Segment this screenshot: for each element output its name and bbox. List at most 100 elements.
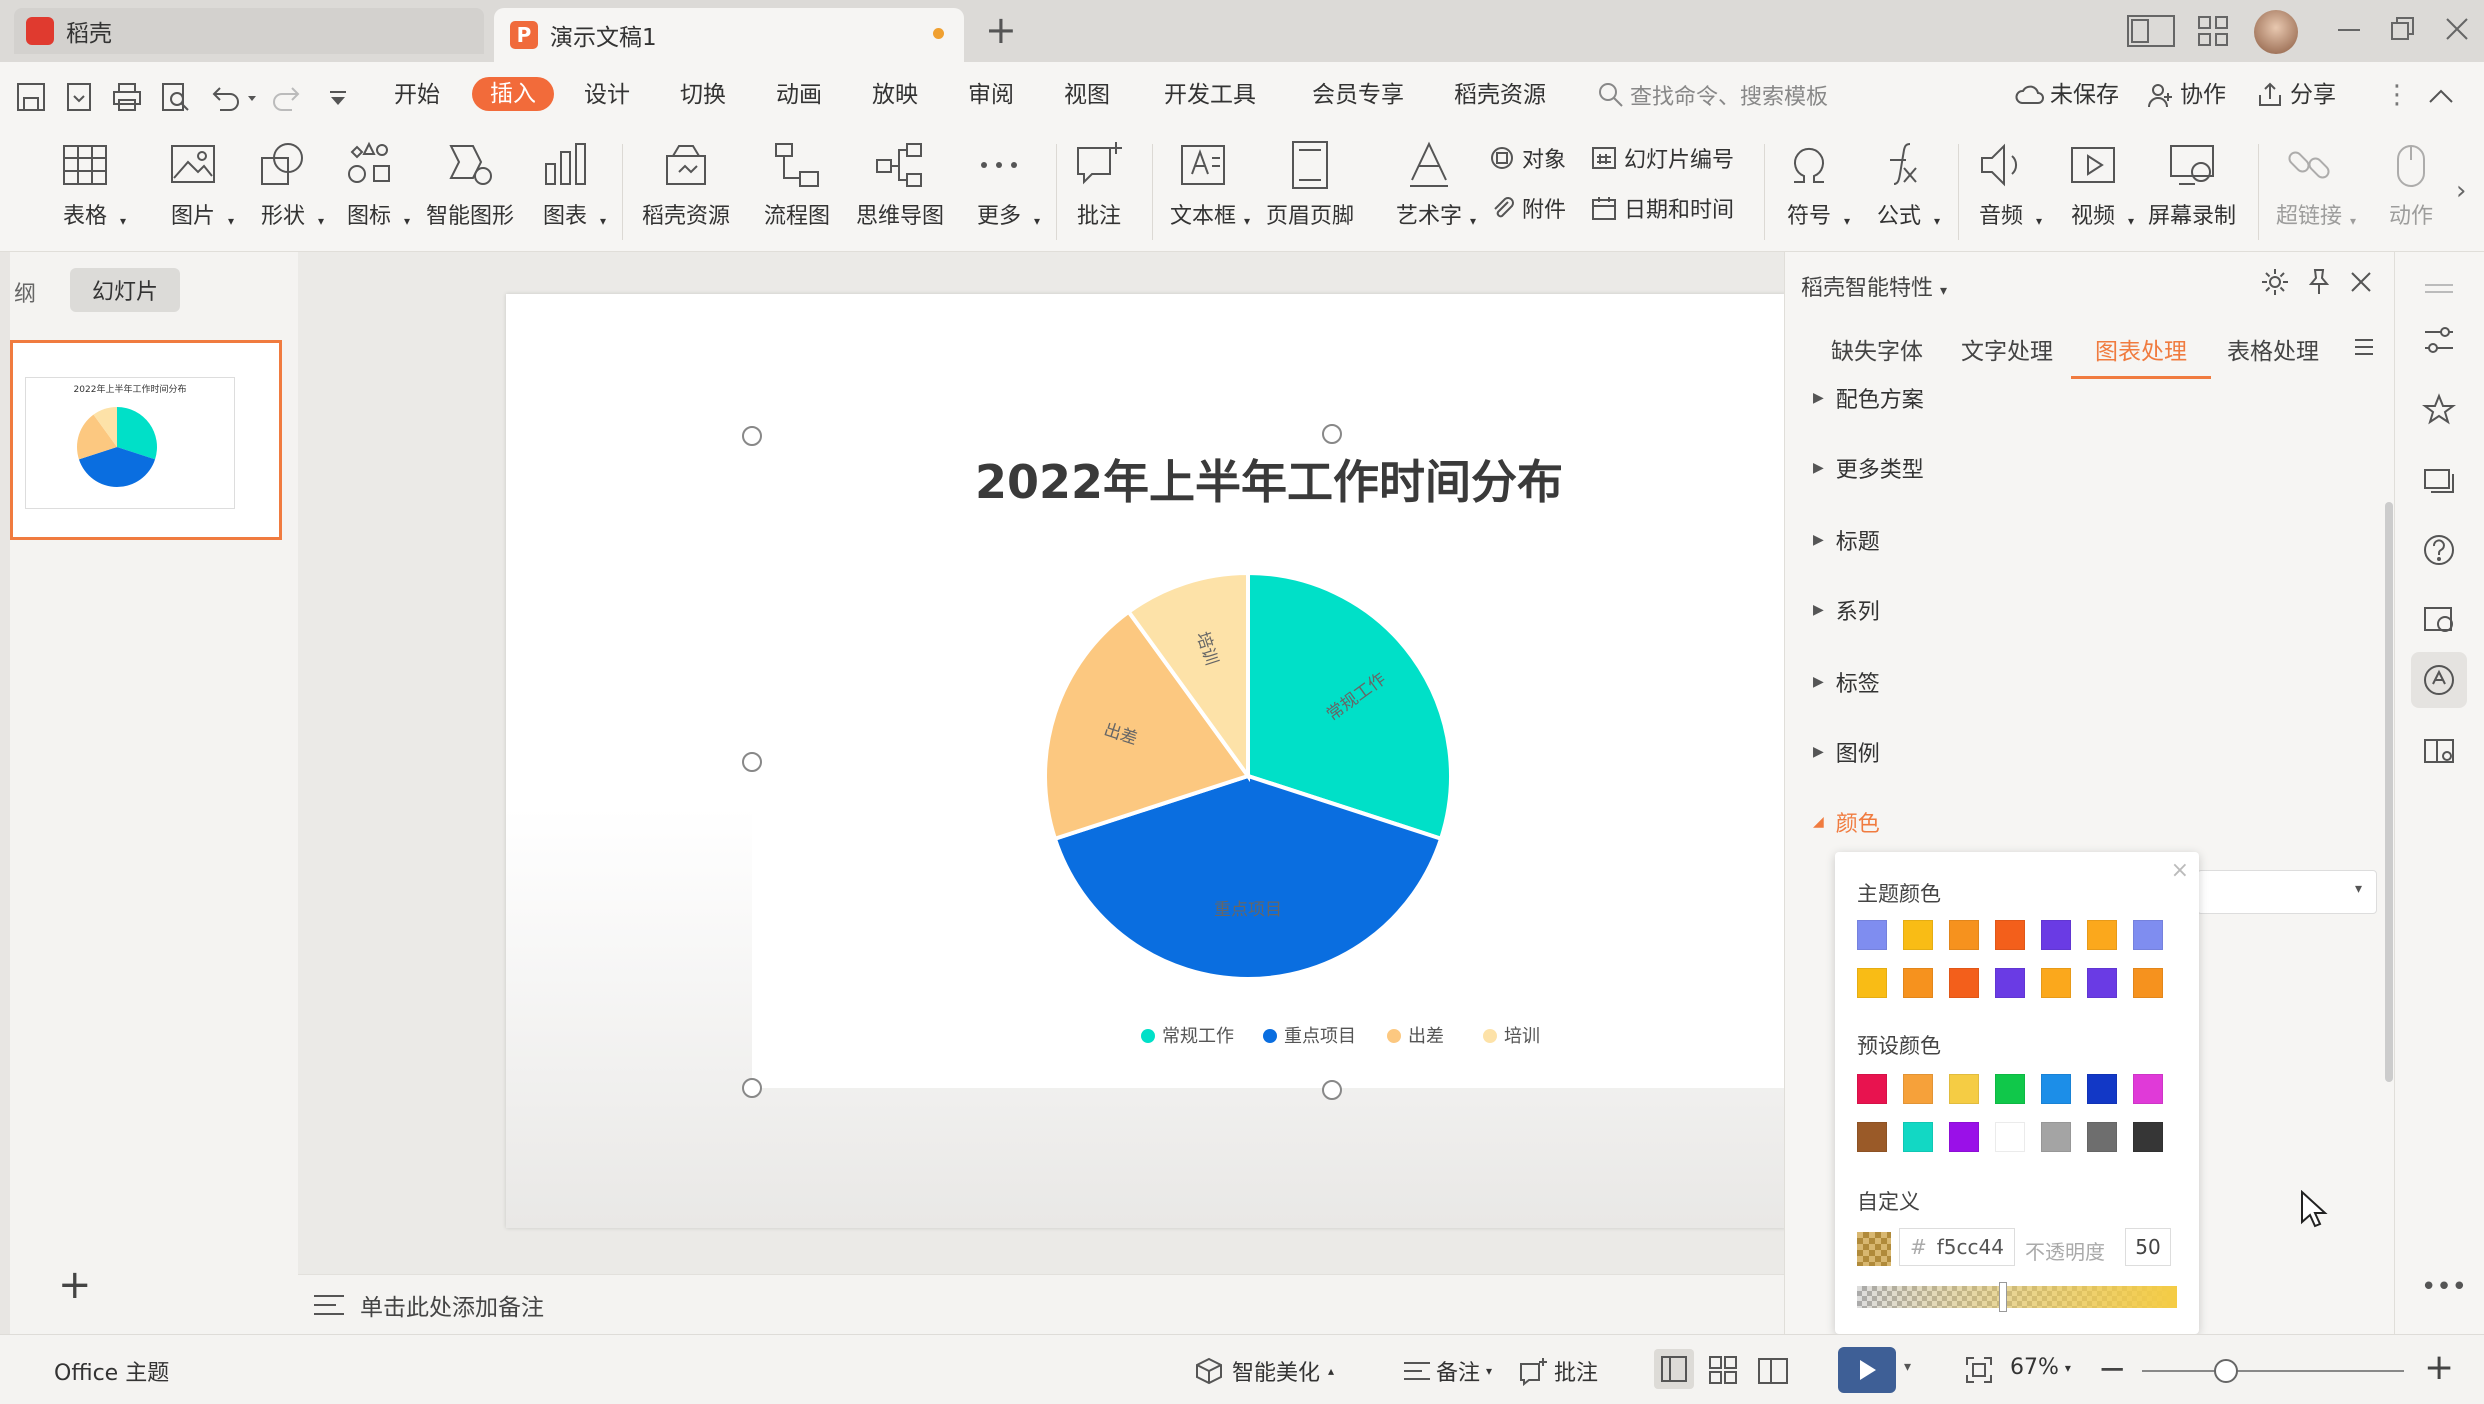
animation-star-icon[interactable] xyxy=(2421,392,2457,428)
color-swatch[interactable] xyxy=(2133,1074,2163,1104)
slideshow-dropdown-icon[interactable]: ▾ xyxy=(1904,1359,1911,1375)
share-button[interactable]: 分享 xyxy=(2256,80,2336,110)
insert-picture-button[interactable]: 图片 ▾ xyxy=(166,138,234,230)
zoom-slider-handle[interactable] xyxy=(2214,1359,2238,1383)
hex-color-input[interactable]: # f5cc44 xyxy=(1899,1228,2015,1266)
export-pdf-icon[interactable] xyxy=(62,80,96,114)
tab-table-processing[interactable]: 表格处理 xyxy=(2227,332,2319,366)
menu-home[interactable]: 开始 xyxy=(394,80,440,110)
resize-handle-left[interactable] xyxy=(742,752,762,772)
color-swatch[interactable] xyxy=(1903,968,1933,998)
panel-title[interactable]: 稻壳智能特性 ▾ xyxy=(1801,270,1947,302)
reading-book-icon[interactable] xyxy=(2421,732,2457,768)
smart-feature-icon[interactable] xyxy=(2421,662,2457,698)
color-swatch[interactable] xyxy=(1995,1122,2025,1152)
play-slideshow-button[interactable] xyxy=(1838,1347,1896,1393)
color-swatch[interactable] xyxy=(1857,1074,1887,1104)
color-swatch[interactable] xyxy=(1995,920,2025,950)
insert-attachment-button[interactable]: 附件 xyxy=(1488,192,1566,224)
color-swatch[interactable] xyxy=(1949,1122,1979,1152)
collapse-ribbon-icon[interactable] xyxy=(2424,80,2458,114)
undo-icon[interactable] xyxy=(206,80,260,114)
docer-resources-button[interactable]: 稻壳资源 xyxy=(642,138,730,230)
command-search[interactable]: 查找命令、搜索模板 xyxy=(1596,79,1828,111)
insert-shape-button[interactable]: 形状 ▾ xyxy=(256,138,324,230)
help-icon[interactable] xyxy=(2421,532,2457,568)
color-swatch[interactable] xyxy=(2087,1074,2117,1104)
opacity-slider[interactable] xyxy=(1857,1286,2177,1308)
print-preview-icon[interactable] xyxy=(158,80,192,114)
tab-chart-processing[interactable]: 图表处理 xyxy=(2095,332,2187,366)
insert-table-button[interactable]: 表格 ▾ xyxy=(58,138,126,230)
color-swatch[interactable] xyxy=(2041,968,2071,998)
color-swatch[interactable] xyxy=(2041,920,2071,950)
mindmap-button[interactable]: 思维导图 xyxy=(856,138,944,230)
screen-record-button[interactable]: 屏幕录制 xyxy=(2148,138,2236,230)
save-icon[interactable] xyxy=(14,80,48,114)
zoom-in-button[interactable]: + xyxy=(2424,1347,2454,1388)
color-swatch[interactable] xyxy=(1903,1122,1933,1152)
color-swatch[interactable] xyxy=(1857,920,1887,950)
customize-dropdown-icon[interactable] xyxy=(326,80,350,114)
legend-item-1[interactable]: 重点项目 xyxy=(1263,1026,1356,1047)
zoom-out-button[interactable]: − xyxy=(2098,1349,2127,1389)
insert-video-button[interactable]: 视频 ▾ xyxy=(2066,138,2134,230)
insert-audio-button[interactable]: 音频 ▾ xyxy=(1974,138,2042,230)
insert-comment-button[interactable]: 批注 xyxy=(1072,138,1126,230)
zoom-level-dropdown[interactable]: 67% ▾ xyxy=(2010,1355,2071,1380)
color-swatch[interactable] xyxy=(1857,968,1887,998)
color-swatch[interactable] xyxy=(1949,1074,1979,1104)
insert-symbol-button[interactable]: 符号 ▾ xyxy=(1782,138,1850,230)
insert-formula-button[interactable]: 公式 ▾ xyxy=(1872,138,1940,230)
layout-2-icon[interactable] xyxy=(2126,14,2176,48)
slide-sorter-icon[interactable] xyxy=(1706,1353,1740,1387)
tab-document[interactable]: P 演示文稿1 xyxy=(494,8,964,62)
legend-item-2[interactable]: 出差 xyxy=(1387,1026,1444,1047)
properties-sliders-icon[interactable] xyxy=(2421,322,2457,358)
theme-name[interactable]: Office 主题 xyxy=(54,1355,169,1387)
section-legend[interactable]: ▶ 图例 xyxy=(1813,736,1880,768)
color-dropdown[interactable]: ▾ xyxy=(2197,870,2377,914)
redo-icon[interactable] xyxy=(272,80,306,114)
menu-review[interactable]: 审阅 xyxy=(968,80,1014,110)
legend-item-0[interactable]: 常规工作 xyxy=(1141,1026,1234,1047)
resize-handle-top[interactable] xyxy=(1322,424,1342,444)
resize-handle-top-left[interactable] xyxy=(742,426,762,446)
hyperlink-button[interactable]: 超链接 ▾ xyxy=(2276,138,2356,230)
tab-outline[interactable]: 纲 xyxy=(14,276,36,308)
wordart-button[interactable]: 艺术字 ▾ xyxy=(1396,138,1476,230)
menu-list-icon[interactable] xyxy=(2353,336,2375,358)
slide-number-button[interactable]: 幻灯片编号 xyxy=(1590,142,1734,174)
custom-color-swatch[interactable] xyxy=(1857,1232,1891,1266)
color-swatch[interactable] xyxy=(1949,968,1979,998)
color-swatch[interactable] xyxy=(2087,1122,2117,1152)
color-swatch[interactable] xyxy=(2133,968,2163,998)
color-swatch[interactable] xyxy=(1903,920,1933,950)
color-swatch[interactable] xyxy=(2041,1122,2071,1152)
section-color-scheme[interactable]: ▶ 配色方案 xyxy=(1813,382,1924,414)
section-title[interactable]: ▶ 标题 xyxy=(1813,524,1880,556)
tab-slides[interactable]: 幻灯片 xyxy=(70,268,181,312)
color-swatch[interactable] xyxy=(2087,968,2117,998)
date-time-button[interactable]: 日期和时间 xyxy=(1590,192,1734,224)
insert-object-button[interactable]: 对象 xyxy=(1488,142,1566,174)
tab-text-processing[interactable]: 文字处理 xyxy=(1961,332,2053,366)
opacity-slider-handle[interactable] xyxy=(1999,1282,2007,1312)
grid-apps-icon[interactable] xyxy=(2196,14,2230,48)
close-panel-icon[interactable] xyxy=(2347,268,2375,296)
color-swatch[interactable] xyxy=(2087,920,2117,950)
normal-view-button[interactable] xyxy=(1654,1349,1694,1389)
close-popup-icon[interactable]: × xyxy=(2171,858,2189,883)
notes-toggle-button[interactable]: 备注 ▾ xyxy=(1402,1355,1492,1387)
insert-icon-button[interactable]: 图标 ▾ xyxy=(342,138,410,230)
smart-beautify-button[interactable]: 智能美化 ▴ xyxy=(1194,1355,1334,1387)
comments-toggle-button[interactable]: 批注 xyxy=(1518,1355,1598,1387)
opacity-input[interactable]: 50 xyxy=(2125,1228,2171,1266)
menu-view[interactable]: 视图 xyxy=(1064,80,1110,110)
more-insert-button[interactable]: 更多 ▾ xyxy=(972,138,1040,230)
tab-docer-home[interactable]: 稻壳 xyxy=(14,8,484,54)
panel-scrollbar[interactable] xyxy=(2385,502,2393,1082)
section-labels[interactable]: ▶ 标签 xyxy=(1813,666,1880,698)
fit-window-icon[interactable] xyxy=(1964,1355,1994,1385)
color-swatch[interactable] xyxy=(1949,920,1979,950)
